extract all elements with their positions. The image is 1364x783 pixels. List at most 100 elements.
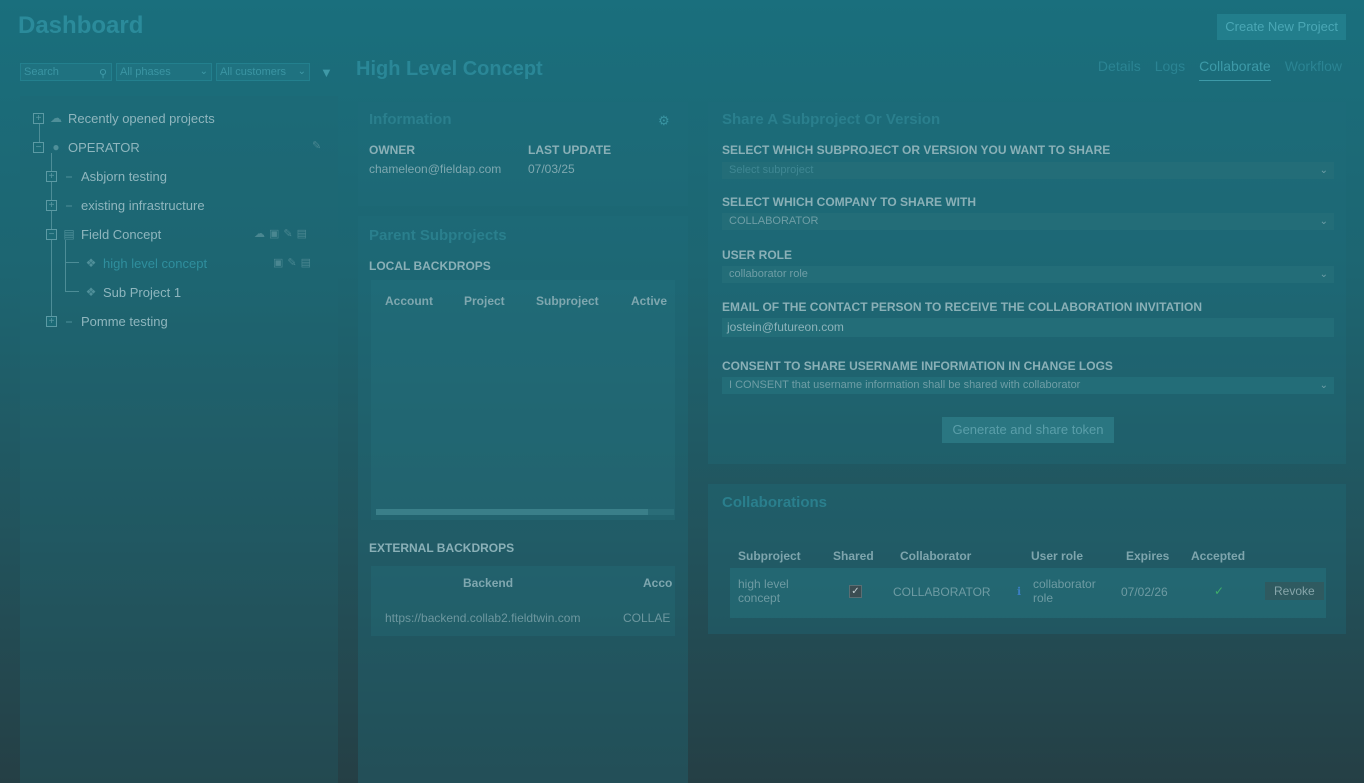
tree-item-label: Field Concept [81,226,162,242]
chevron-down-icon: ⌄ [1319,380,1328,391]
column-active[interactable]: Active [631,294,667,308]
folder-icon: ⎯ [65,313,72,328]
cloud-upload-icon[interactable]: ☁ [254,227,265,240]
chevron-down-icon: ⌄ [1319,165,1328,176]
field-concept-tools: ☁ ▣ ✎ ▤ [254,227,307,240]
expand-icon[interactable]: + [46,170,57,182]
search-icon: ⚲ [98,68,107,80]
subproject-select[interactable]: Select subproject ⌄ [722,162,1334,179]
operator-tools: ✎ [312,139,321,152]
info-icon[interactable]: ℹ [1017,585,1021,598]
cubes-icon[interactable]: ▣ [269,227,279,240]
tree-connector [65,240,66,292]
column-subproject[interactable]: Subproject [536,294,599,308]
check-icon: ✓ [1214,584,1225,598]
chevron-down-icon: ⌄ [1319,216,1328,227]
add-subproject-icon[interactable]: ✎ [283,227,292,240]
tree-item-pomme-testing[interactable]: + ⎯ Pomme testing [46,311,168,331]
create-new-project-button[interactable]: Create New Project [1217,14,1346,40]
shared-checkbox[interactable]: ✓ [849,585,862,598]
phases-select[interactable]: All phases ⌄ [116,63,212,81]
expand-icon[interactable]: + [33,112,44,124]
top-bar: Dashboard Create New Project [0,0,1364,56]
share-icon[interactable]: ▤ [301,256,311,269]
tree-item-high-level-concept[interactable]: ❖ high level concept [84,253,207,273]
tree-item-existing-infrastructure[interactable]: + ⎯ existing infrastructure [46,195,205,215]
tree-item-recent[interactable]: + ☁ Recently opened projects [33,108,215,128]
filter-bar: Search ⚲ All phases ⌄ All customers ⌄ ▼ [20,62,333,82]
table-row: high level concept ✓ COLLABORATOR ℹ coll… [730,568,1326,618]
tab-logs[interactable]: Logs [1155,58,1185,81]
row-collaborator: COLLABORATOR [893,585,991,599]
owner-value: chameleon@fieldap.com [369,162,502,176]
company-label: SELECT WHICH COMPANY TO SHARE WITH [722,195,977,209]
tree-item-label: Recently opened projects [68,110,215,126]
column-collaborator[interactable]: Collaborator [900,549,971,563]
tab-details[interactable]: Details [1098,58,1141,81]
column-backend[interactable]: Backend [463,576,513,590]
revoke-button[interactable]: Revoke [1265,582,1324,600]
backend-account: COLLAE [623,611,670,625]
filter-icon[interactable]: ▼ [320,65,333,80]
tree-item-label: OPERATOR [68,139,140,155]
cubes-icon[interactable]: ▣ [273,256,283,269]
chevron-down-icon: ⌄ [1319,269,1328,280]
search-placeholder: Search [24,66,59,78]
tree-connector [65,291,79,292]
external-backdrops-table [371,566,675,636]
share-icon[interactable]: ▤ [297,227,307,240]
recent-projects-icon: ☁ [50,111,62,125]
expand-icon[interactable]: + [46,315,57,327]
collapse-icon[interactable]: − [33,141,44,153]
column-user-role: User role [1031,549,1084,563]
user-role-select[interactable]: collaborator role ⌄ [722,266,1334,283]
tree-item-label: existing infrastructure [81,197,205,213]
tree-item-asbjorn[interactable]: + ⎯ Asbjorn testing [46,166,167,186]
column-expires: Expires [1126,549,1170,563]
consent-label: CONSENT TO SHARE USERNAME INFORMATION IN… [722,359,1113,373]
tree-item-label: Sub Project 1 [103,284,182,300]
scrollbar-thumb[interactable] [376,509,648,515]
column-shared: Shared [833,549,874,563]
generate-token-button[interactable]: Generate and share token [942,417,1114,443]
collaborations-table: Subproject Shared Collaborator User role… [730,534,1326,622]
expand-icon[interactable]: + [46,199,57,211]
collapse-icon[interactable]: − [46,228,57,240]
tree-item-operator[interactable]: − ● OPERATOR [33,137,140,157]
owner-label: OWNER [369,143,415,157]
subproject-select-value: Select subproject [729,164,814,176]
tree-item-field-concept[interactable]: − ▤ Field Concept [46,224,161,244]
book-icon: ▤ [63,227,75,241]
company-select-value: COLLABORATOR [729,215,819,227]
column-account[interactable]: Account [385,294,433,308]
tab-workflow[interactable]: Workflow [1285,58,1342,81]
company-select[interactable]: COLLABORATOR ⌄ [722,213,1334,230]
column-project[interactable]: Project [464,294,505,308]
chevron-down-icon: ⌄ [199,66,208,77]
external-backdrops-label: EXTERNAL BACKDROPS [369,541,515,555]
tab-collaborate[interactable]: Collaborate [1199,58,1271,81]
tree-item-label: Pomme testing [81,313,168,329]
local-backdrops-label: LOCAL BACKDROPS [369,259,491,273]
column-subproject[interactable]: Subproject [738,549,801,563]
tree-connector [65,262,79,263]
tree-item-label: high level concept [103,255,208,271]
column-account[interactable]: Acco [643,576,672,590]
add-subproject-icon[interactable]: ✎ [287,256,296,269]
customers-select[interactable]: All customers ⌄ [216,63,310,81]
column-accepted: Accepted [1191,549,1246,563]
subproject-icon: ❖ [85,256,97,270]
email-label: EMAIL OF THE CONTACT PERSON TO RECEIVE T… [722,300,1203,314]
email-field[interactable]: jostein@futureon.com [722,318,1334,337]
user-icon: ● [52,140,60,154]
tab-bar: Details Logs Collaborate Workflow [1098,58,1342,81]
tree-item-sub-project-1[interactable]: ❖ Sub Project 1 [84,282,181,302]
consent-select[interactable]: I CONSENT that username information shal… [722,377,1334,394]
gear-icon[interactable]: ⚙ [658,113,670,129]
last-update-value: 07/03/25 [528,162,575,176]
folder-icon: ⎯ [65,197,72,212]
chevron-down-icon: ⌄ [297,66,306,77]
parent-subprojects-title: Parent Subprojects [369,227,507,244]
add-project-icon[interactable]: ✎ [312,139,321,152]
search-input[interactable]: Search ⚲ [20,63,112,81]
